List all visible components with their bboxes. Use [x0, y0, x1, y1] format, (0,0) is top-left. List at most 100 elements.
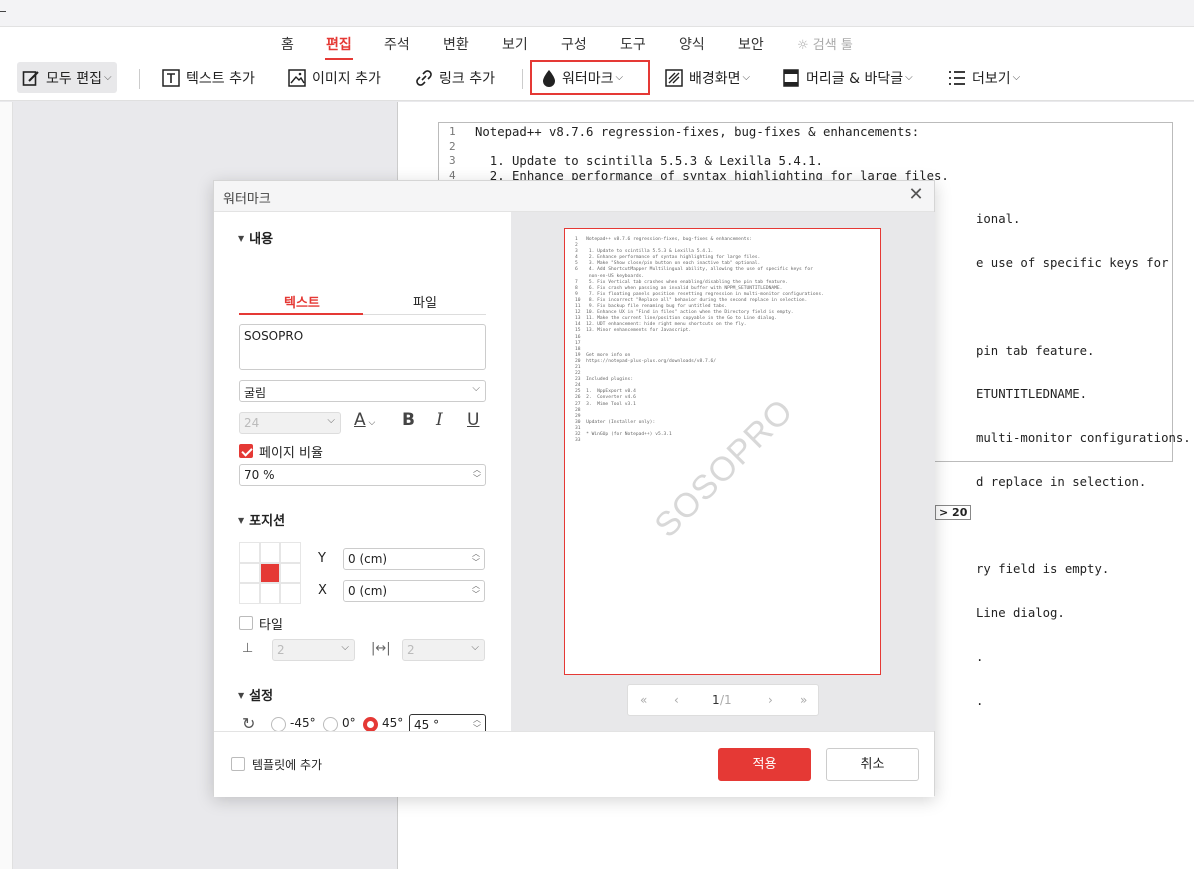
spinner-icon[interactable]: ︿ ﹀ — [472, 581, 480, 599]
preview-panel: 1 Notepad++ v8.7.6 regression-fixes, bug… — [511, 212, 935, 731]
tab-organize[interactable]: 구성 — [561, 34, 587, 54]
line-number: 1 — [449, 125, 456, 138]
prev-page-icon[interactable]: ‹ — [674, 693, 679, 707]
edit-all-button[interactable]: 모두 편집 ⌵ — [17, 62, 117, 93]
rotation-45-label: 45° — [382, 716, 404, 730]
position-cell[interactable] — [281, 563, 300, 583]
bold-icon[interactable]: B — [402, 410, 415, 430]
header-footer-button[interactable]: 머리글 & 바닥글 ⌵ — [777, 62, 918, 93]
position-cell[interactable] — [260, 543, 280, 562]
line-text — [976, 519, 1191, 534]
add-text-button[interactable]: 텍스트 추가 — [157, 62, 260, 93]
line-text: . — [976, 650, 984, 664]
position-cell[interactable] — [281, 543, 300, 562]
spinner-icon[interactable]: ︿ ﹀ — [473, 465, 481, 483]
rotation-45-radio[interactable] — [363, 717, 378, 732]
position-section-header[interactable]: ▼ 포지션 — [238, 510, 285, 529]
background-icon — [665, 68, 683, 87]
settings-panel: ▼ 내용 텍스트 파일 SOSOPRO 굴림 ⌵ 24 ⌵ A ⌵ B I U 페이지… — [214, 212, 511, 736]
line-number: 2 — [449, 139, 456, 153]
italic-icon[interactable]: I — [436, 410, 443, 430]
lightbulb-icon: ☼ — [797, 38, 809, 53]
position-cell[interactable] — [260, 584, 280, 603]
add-image-label: 이미지 추가 — [312, 70, 381, 87]
document-snippet: > 20 — [935, 505, 972, 520]
edit-icon — [22, 70, 39, 86]
more-button[interactable]: 더보기 ⌵ — [943, 62, 1025, 93]
font-size-select[interactable]: 24 ⌵ — [239, 412, 341, 434]
font-color-icon[interactable]: A ⌵ — [354, 410, 375, 430]
position-cell[interactable] — [240, 543, 259, 562]
header-footer-label: 머리글 & 바닥글 — [806, 70, 904, 87]
x-position-input[interactable]: 0 (cm) ︿ ﹀ — [343, 580, 485, 602]
line-text — [976, 300, 1191, 315]
tile-horizontal-select[interactable]: 2 ⌵ — [402, 639, 485, 661]
chevron-down-icon: ⌵ — [341, 642, 349, 653]
add-image-button[interactable]: 이미지 추가 — [283, 62, 386, 93]
chevron-down-icon: ⌵ — [472, 383, 480, 394]
font-size-value: 24 — [244, 416, 260, 430]
preview-line: 33 — [575, 438, 581, 444]
page-ratio-checkbox[interactable] — [239, 444, 253, 458]
apply-button[interactable]: 적용 — [718, 748, 811, 781]
watermark-text-input[interactable]: SOSOPRO — [239, 324, 486, 370]
line-number: 3 — [449, 154, 456, 168]
add-to-template-checkbox[interactable] — [231, 757, 245, 771]
active-tab-indicator — [239, 313, 363, 315]
header-footer-icon — [783, 68, 799, 87]
position-cell[interactable] — [240, 563, 259, 583]
divider — [522, 69, 523, 89]
tab-edit[interactable]: 편집 — [325, 34, 353, 60]
add-link-button[interactable]: 링크 추가 — [410, 62, 500, 93]
chevron-down-icon: ⌵ — [742, 72, 751, 83]
vertical-spacing-icon: ⊥ — [242, 641, 254, 656]
tab-security[interactable]: 보안 — [738, 34, 764, 54]
first-page-icon[interactable]: « — [640, 693, 647, 707]
tab-view[interactable]: 보기 — [502, 34, 528, 54]
line-text: ional. — [976, 212, 1021, 227]
font-select[interactable]: 굴림 ⌵ — [239, 380, 486, 402]
ribbon: 홈 편집 주석 변환 보기 구성 도구 양식 보안 ☼ 검색 툴 모두 편집 ⌵ … — [0, 27, 1194, 101]
watermark-button[interactable]: 워터마크 ⌵ — [530, 60, 650, 95]
next-page-icon[interactable]: › — [768, 693, 773, 707]
position-cell[interactable] — [240, 584, 259, 603]
cancel-button[interactable]: 취소 — [826, 748, 919, 781]
dialog-footer: 템플릿에 추가 적용 취소 — [214, 731, 934, 797]
settings-section-header[interactable]: ▼ 설정 — [238, 685, 273, 704]
tab-text[interactable]: 텍스트 — [284, 292, 320, 311]
position-cell[interactable] — [281, 584, 300, 603]
position-cell-center[interactable] — [260, 563, 280, 583]
underline-icon[interactable]: U — [467, 410, 479, 430]
background-button[interactable]: 배경화면 ⌵ — [660, 62, 755, 93]
line-text: pin tab feature. — [976, 343, 1095, 358]
image-icon — [288, 68, 306, 87]
caret-down-icon: ▼ — [238, 516, 245, 525]
tile-checkbox[interactable] — [239, 616, 253, 630]
tab-forms[interactable]: 양식 — [679, 34, 705, 54]
last-page-icon[interactable]: » — [800, 693, 807, 707]
search-tools[interactable]: ☼ 검색 툴 — [797, 34, 853, 53]
menu-dash-icon[interactable] — [0, 11, 6, 12]
rotation-neg45-radio[interactable] — [271, 717, 286, 732]
tab-tools[interactable]: 도구 — [620, 34, 646, 54]
dialog-titlebar: 워터마크 ✕ — [214, 181, 934, 212]
tab-comment[interactable]: 주석 — [384, 34, 410, 54]
tab-home[interactable]: 홈 — [281, 34, 294, 54]
position-grid[interactable] — [239, 542, 301, 604]
page-ratio-input[interactable]: 70 % ︿ ﹀ — [239, 464, 486, 486]
spinner-icon[interactable]: ︿ ﹀ — [472, 549, 480, 567]
tab-convert[interactable]: 변환 — [443, 34, 469, 54]
close-icon[interactable]: ✕ — [906, 185, 926, 205]
document-visible-right-text: ional. e use of specific keys for pin ta… — [976, 183, 1191, 738]
content-section-header[interactable]: ▼ 내용 — [238, 228, 273, 247]
y-position-input[interactable]: 0 (cm) ︿ ﹀ — [343, 548, 485, 570]
tile-label: 타일 — [259, 618, 283, 633]
tab-file[interactable]: 파일 — [413, 292, 437, 311]
x-position-value: 0 (cm) — [348, 584, 388, 598]
rotation-0-radio[interactable] — [323, 717, 338, 732]
tile-vertical-select[interactable]: 2 ⌵ — [272, 639, 355, 661]
rotation-neg45-label: -45° — [290, 716, 316, 730]
y-position-value: 0 (cm) — [348, 552, 388, 566]
position-section-label: 포지션 — [249, 514, 286, 529]
settings-section-label: 설정 — [249, 689, 274, 704]
